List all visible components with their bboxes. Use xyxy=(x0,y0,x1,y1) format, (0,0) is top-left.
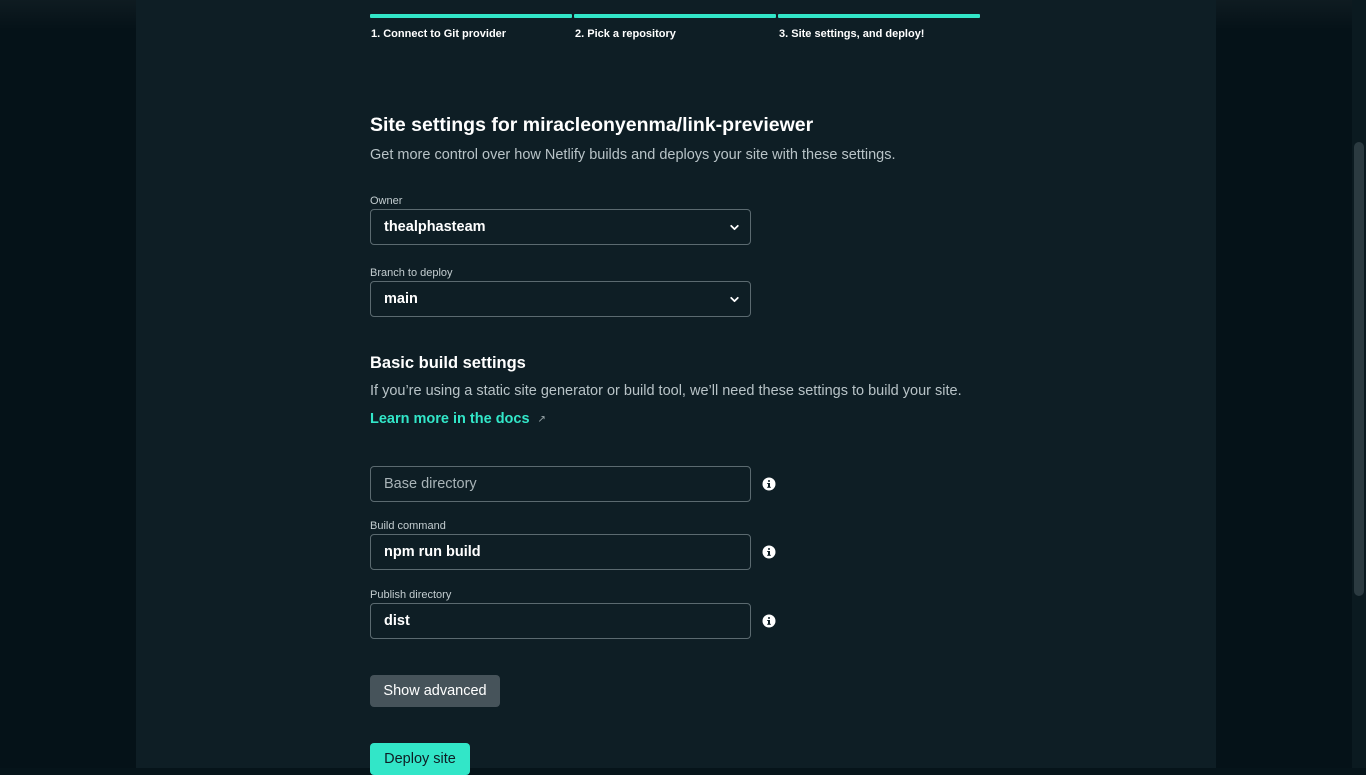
external-link-icon: ↗ xyxy=(537,413,546,425)
step-label: 1. Connect to Git provider xyxy=(371,28,507,40)
branch-select[interactable]: main xyxy=(370,281,751,317)
build-command-input[interactable]: npm run build xyxy=(370,534,751,570)
publish-directory-input[interactable]: dist xyxy=(370,603,751,639)
owner-select[interactable]: thealphasteam xyxy=(370,209,751,245)
owner-label: Owner xyxy=(370,195,403,207)
branch-label: Branch to deploy xyxy=(370,267,453,279)
step-pick-repository: 2. Pick a repository xyxy=(574,14,776,44)
step-progress-bar xyxy=(778,14,980,18)
build-settings-title: Basic build settings xyxy=(370,354,526,372)
step-label: 3. Site settings, and deploy! xyxy=(779,28,925,40)
info-icon[interactable] xyxy=(762,477,776,491)
docs-link-label: Learn more in the docs xyxy=(370,411,530,427)
show-advanced-button[interactable]: Show advanced xyxy=(370,675,500,707)
info-icon[interactable] xyxy=(762,614,776,628)
build-settings-description: If you’re using a static site generator … xyxy=(370,383,962,399)
scrollbar[interactable] xyxy=(1352,0,1366,768)
scrollbar-thumb[interactable] xyxy=(1354,142,1364,596)
base-directory-input[interactable]: Base directory xyxy=(370,466,751,502)
step-site-settings: 3. Site settings, and deploy! xyxy=(778,14,980,44)
branch-value: main xyxy=(384,291,418,307)
build-command-value: npm run build xyxy=(384,544,481,560)
page-subtitle: Get more control over how Netlify builds… xyxy=(370,147,896,163)
progress-steps: 1. Connect to Git provider 2. Pick a rep… xyxy=(370,14,980,44)
page-title: Site settings for miracleonyenma/link-pr… xyxy=(370,114,814,136)
publish-directory-label: Publish directory xyxy=(370,589,452,601)
step-progress-bar xyxy=(370,14,572,18)
owner-value: thealphasteam xyxy=(384,219,486,235)
step-progress-bar xyxy=(574,14,776,18)
info-icon[interactable] xyxy=(762,545,776,559)
step-connect-git: 1. Connect to Git provider xyxy=(370,14,572,44)
build-command-label: Build command xyxy=(370,520,446,532)
base-directory-placeholder: Base directory xyxy=(384,476,477,492)
deploy-site-button[interactable]: Deploy site xyxy=(370,743,470,775)
step-label: 2. Pick a repository xyxy=(575,28,676,40)
chevron-down-icon xyxy=(730,224,739,231)
docs-link[interactable]: Learn more in the docs ↗ xyxy=(370,411,546,427)
chevron-down-icon xyxy=(730,296,739,303)
publish-directory-value: dist xyxy=(384,613,410,629)
